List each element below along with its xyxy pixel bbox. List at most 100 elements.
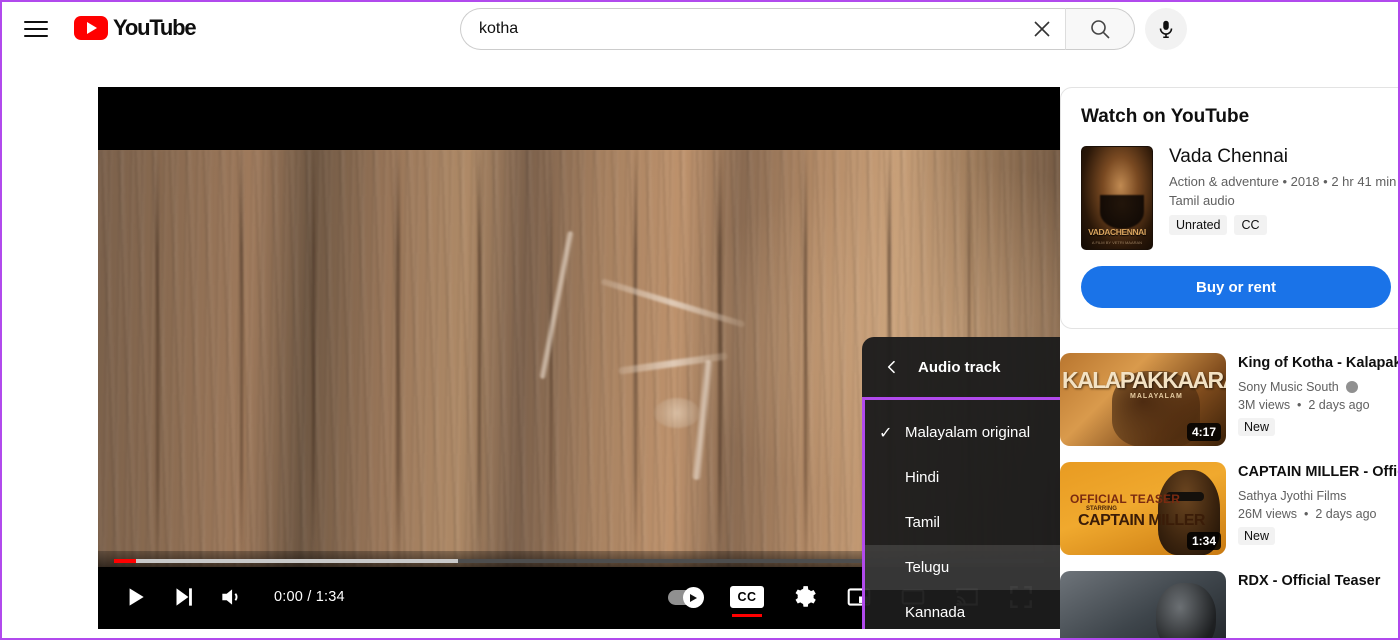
movie-title: Vada Chennai xyxy=(1169,146,1289,167)
rating-badge: Unrated xyxy=(1169,215,1228,235)
audio-track-label: Telugu xyxy=(905,559,950,576)
movie-badges: Unrated CC xyxy=(1169,215,1391,235)
audio-track-option-tamil[interactable]: Tamil xyxy=(865,500,1060,545)
next-video-button[interactable] xyxy=(170,584,196,610)
hamburger-line xyxy=(24,21,48,23)
time-display: 0:00 / 1:34 xyxy=(274,589,345,605)
related-videos-list: KALAPAKKAARA MALAYALAM 4:17 King of Koth… xyxy=(1060,353,1398,638)
wall-streak xyxy=(396,150,400,567)
audio-track-options-list: ✓ Malayalam original Hindi Tamil Telugu xyxy=(862,397,1060,629)
rope-knot xyxy=(654,398,700,428)
microphone-icon xyxy=(1159,20,1173,39)
list-item[interactable]: OFFICIAL TEASER STARRING CAPTAIN MILLER … xyxy=(1060,462,1398,555)
view-count: 3M views xyxy=(1238,397,1291,412)
hamburger-line xyxy=(24,35,48,37)
play-icon xyxy=(129,588,144,606)
cc-badge: CC xyxy=(1234,215,1267,235)
wall-streak xyxy=(550,150,552,567)
hamburger-menu-icon[interactable] xyxy=(24,16,50,42)
chevron-left-icon xyxy=(887,360,895,374)
play-button[interactable] xyxy=(122,584,148,610)
youtube-page: YouTube kotha 0:00 / 1:34 CC Audio track… xyxy=(0,0,1400,640)
search-bar[interactable] xyxy=(460,8,1065,50)
search-submit-button[interactable] xyxy=(1065,8,1135,50)
clear-search-icon[interactable] xyxy=(1019,9,1065,49)
hamburger-line xyxy=(24,28,48,30)
audio-track-option-hindi[interactable]: Hindi xyxy=(865,455,1060,500)
list-item[interactable]: KALAPAKKAARA MALAYALAM 4:17 King of Koth… xyxy=(1060,353,1398,446)
wall-streak xyxy=(478,150,481,567)
youtube-logo[interactable]: YouTube xyxy=(74,15,197,41)
wall-streak xyxy=(240,150,243,567)
audio-menu-back-header[interactable]: Audio track xyxy=(862,337,1060,397)
video-stats: 3M views • 2 days ago xyxy=(1238,397,1370,412)
poster-beard xyxy=(1100,195,1144,229)
audio-track-option-telugu[interactable]: Telugu xyxy=(865,545,1060,590)
channel-label: Sony Music South xyxy=(1238,379,1339,394)
video-thumbnail[interactable]: KALAPAKKAARA MALAYALAM 4:17 xyxy=(1060,353,1226,446)
progress-played xyxy=(114,559,137,563)
video-thumbnail[interactable]: OFFICIAL TEASER STARRING CAPTAIN MILLER … xyxy=(1060,462,1226,555)
audio-track-label: Tamil xyxy=(905,514,941,531)
settings-button[interactable] xyxy=(792,584,818,610)
wall-streak xyxy=(634,150,637,567)
watch-card-heading: Watch on YouTube xyxy=(1081,106,1250,127)
video-duration: 1:34 xyxy=(1186,532,1221,550)
audio-menu-title: Audio track xyxy=(918,358,1001,376)
audio-track-option-malayalam-original[interactable]: ✓ Malayalam original xyxy=(865,410,1060,455)
audio-track-label: Kannada xyxy=(905,604,966,621)
video-duration: 4:17 xyxy=(1186,423,1221,441)
audio-track-menu[interactable]: Audio track ✓ Malayalam original Hindi T… xyxy=(862,337,1060,629)
progress-buffered xyxy=(114,559,459,563)
view-count: 26M views xyxy=(1238,506,1298,521)
movie-poster[interactable]: VADACHENNAI A FILM BY VETRI MAARAN xyxy=(1081,146,1153,250)
video-player[interactable]: 0:00 / 1:34 CC Audio track ✓ Malayalam o… xyxy=(98,87,1060,629)
video-title: King of Kotha - Kalapakkaara Lyric Video… xyxy=(1238,355,1398,371)
poster-title-text: VADACHENNAI xyxy=(1088,227,1146,237)
list-item[interactable]: RDX - Official Teaser xyxy=(1060,571,1398,638)
next-video-icon xyxy=(176,588,192,606)
audio-track-option-kannada[interactable]: Kannada xyxy=(865,590,1060,629)
video-title: CAPTAIN MILLER - Official Teaser | Dhanu… xyxy=(1238,464,1398,480)
poster-subtext: A FILM BY VETRI MAARAN xyxy=(1091,240,1143,245)
autoplay-toggle[interactable] xyxy=(668,586,704,608)
watch-on-youtube-card: Watch on YouTube VADACHENNAI A FILM BY V… xyxy=(1060,87,1398,329)
thumbnail-subtitle-text: MALAYALAM xyxy=(1130,393,1183,400)
gear-icon xyxy=(795,586,816,607)
volume-button[interactable] xyxy=(218,584,244,610)
video-thumbnail[interactable] xyxy=(1060,571,1226,638)
verified-badge-icon xyxy=(1346,380,1359,393)
wall-streak xyxy=(156,150,159,567)
volume-icon xyxy=(222,589,238,605)
video-stats: 26M views • 2 days ago xyxy=(1238,506,1377,521)
letterbox-top xyxy=(98,87,1060,150)
audio-track-label: Hindi xyxy=(905,469,940,486)
top-navigation-bar: YouTube xyxy=(2,2,1398,58)
search-input[interactable] xyxy=(479,20,1019,38)
subtitles-button[interactable]: CC xyxy=(730,586,764,617)
new-badge: New xyxy=(1238,526,1276,545)
upload-age: 2 days ago xyxy=(1308,397,1370,412)
checkmark-icon: ✓ xyxy=(879,424,893,442)
search-area xyxy=(460,8,1187,50)
wall-streak xyxy=(804,150,807,567)
cc-icon: CC xyxy=(730,586,764,617)
buy-or-rent-button[interactable]: Buy or rent xyxy=(1081,266,1391,308)
youtube-wordmark: YouTube xyxy=(113,15,197,40)
channel-name: Sony Music South xyxy=(1238,379,1398,394)
cc-label: CC xyxy=(737,590,757,604)
video-title: RDX - Official Teaser xyxy=(1238,573,1381,589)
new-badge: New xyxy=(1238,417,1276,436)
upload-age: 2 days ago xyxy=(1315,506,1377,521)
youtube-play-icon xyxy=(74,16,108,40)
movie-audio-label: Tamil audio xyxy=(1169,193,1235,208)
voice-search-button[interactable] xyxy=(1145,8,1187,50)
thumbnail-title-text: KALAPAKKAARA xyxy=(1062,367,1226,393)
right-sidebar: Watch on YouTube VADACHENNAI A FILM BY V… xyxy=(1060,87,1398,638)
audio-track-label: Malayalam original xyxy=(905,424,1031,441)
search-icon xyxy=(1091,20,1110,39)
thumbnail-subtitle-text: CAPTAIN MILLER xyxy=(1078,512,1205,529)
cc-active-underline xyxy=(732,614,762,617)
movie-metadata: Action & adventure • 2018 • 2 hr 41 min xyxy=(1169,174,1397,189)
channel-name: Sathya Jyothi Films xyxy=(1238,489,1398,503)
